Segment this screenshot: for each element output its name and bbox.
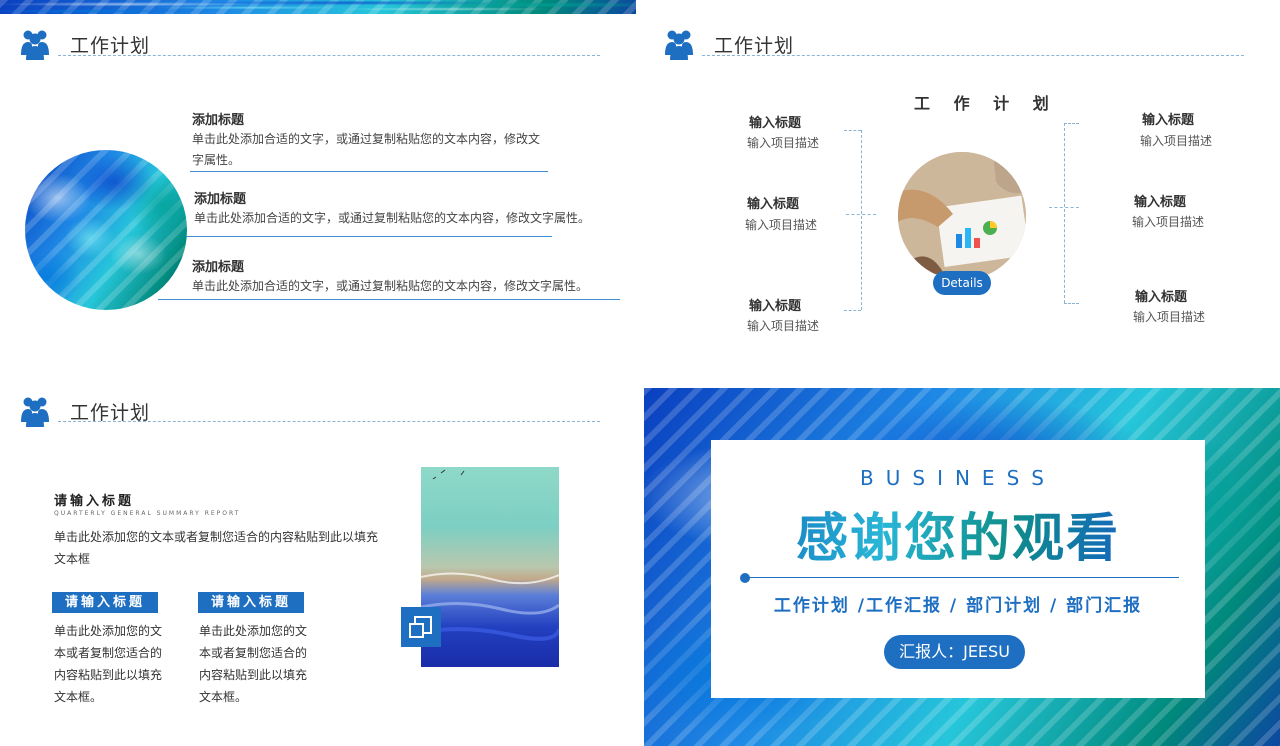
main-text[interactable]: 单击此处添加您的文本或者复制您适合的内容粘贴到此以填充文本框 (54, 526, 384, 570)
details-button[interactable]: Details (933, 271, 991, 295)
item-underline (158, 299, 620, 300)
item-desc[interactable]: 单击此处添加合适的文字，或通过复制粘贴您的文本内容，修改文字属性。 (192, 276, 588, 297)
seascape-image (420, 467, 561, 667)
header-title: 工作计划 (714, 35, 795, 57)
right-item-desc[interactable]: 输入项目描述 (1133, 308, 1205, 325)
thanks-card: BUSINESS 感谢您的观看 工作计划 /工作汇报 / 部门计划 / 部门汇报… (711, 440, 1205, 698)
left-item-title[interactable]: 输入标题 (749, 295, 801, 314)
eyebrow-text: BUSINESS (860, 466, 1056, 490)
item-title[interactable]: 添加标题 (192, 256, 244, 275)
thanks-title[interactable]: 感谢您的观看 (711, 496, 1205, 571)
copy-icon (409, 616, 432, 638)
left-item-title[interactable]: 输入标题 (749, 112, 801, 131)
left-item-desc[interactable]: 输入项目描述 (747, 134, 819, 151)
connector-tick (1064, 303, 1079, 304)
right-item-desc[interactable]: 输入项目描述 (1140, 132, 1212, 149)
office-photo (898, 152, 1026, 280)
connector-tick (1064, 123, 1079, 124)
slide-1[interactable]: 工作计划 添加标题 单击此处添加合适的文字，或通过复制粘贴您的文本内容，修改文 … (0, 0, 636, 373)
connector-tick (844, 310, 861, 311)
slide-2[interactable]: 工作计划 工 作 计 划 输入标题 输入项目描述 输入标题 输入项目描述 输入标… (644, 0, 1280, 373)
right-item-title[interactable]: 输入标题 (1134, 191, 1186, 210)
block-text[interactable]: 单击此处添加您的文本或者复制您适合的内容粘贴到此以填充文本框。 (199, 620, 309, 708)
connector-tick (844, 130, 861, 131)
connector-tick (846, 214, 876, 215)
people-icon (665, 30, 693, 60)
connector-tick (1049, 207, 1079, 208)
header-divider (58, 55, 600, 56)
people-icon (21, 30, 49, 60)
block-text[interactable]: 单击此处添加您的文本或者复制您适合的内容粘贴到此以填充文本框。 (54, 620, 164, 708)
header-title: 工作计划 (70, 35, 151, 57)
main-subtitle: QUARTERLY GENERAL SUMMARY REPORT (54, 510, 241, 517)
item-desc[interactable]: 单击此处添加合适的文字，或通过复制粘贴您的文本内容，修改文 (192, 129, 540, 150)
connector-line-right (1064, 123, 1065, 303)
copy-icon-badge[interactable] (401, 607, 441, 647)
paint-strip (0, 0, 636, 14)
header-divider (702, 55, 1244, 56)
header-divider (58, 421, 600, 422)
item-underline (190, 171, 548, 172)
right-item-desc[interactable]: 输入项目描述 (1132, 213, 1204, 230)
slide-4[interactable]: BUSINESS 感谢您的观看 工作计划 /工作汇报 / 部门计划 / 部门汇报… (644, 388, 1280, 746)
paint-circle-image (25, 150, 187, 310)
left-item-desc[interactable]: 输入项目描述 (747, 317, 819, 334)
item-title[interactable]: 添加标题 (194, 188, 246, 207)
right-item-title[interactable]: 输入标题 (1135, 286, 1187, 305)
title-divider (745, 577, 1179, 578)
line-dot (740, 573, 750, 583)
left-item-desc[interactable]: 输入项目描述 (745, 216, 817, 233)
main-title[interactable]: 请输入标题 (54, 490, 134, 509)
item-title[interactable]: 添加标题 (192, 109, 244, 128)
block-badge[interactable]: 请输入标题 (52, 592, 158, 613)
center-title: 工 作 计 划 (914, 94, 1058, 113)
slide-3[interactable]: 工作计划 请输入标题 QUARTERLY GENERAL SUMMARY REP… (0, 380, 636, 746)
people-icon (21, 397, 49, 427)
item-underline (186, 236, 552, 237)
item-desc[interactable]: 字属性。 (192, 150, 240, 171)
reporter-pill[interactable]: 汇报人：JEESU (884, 635, 1025, 669)
block-badge[interactable]: 请输入标题 (198, 592, 304, 613)
item-desc[interactable]: 单击此处添加合适的文字，或通过复制粘贴您的文本内容，修改文字属性。 (194, 208, 590, 229)
connector-line-left (861, 130, 862, 310)
left-item-title[interactable]: 输入标题 (747, 193, 799, 212)
right-item-title[interactable]: 输入标题 (1142, 109, 1194, 128)
thanks-subtitle[interactable]: 工作计划 /工作汇报 / 部门计划 / 部门汇报 (711, 591, 1205, 616)
